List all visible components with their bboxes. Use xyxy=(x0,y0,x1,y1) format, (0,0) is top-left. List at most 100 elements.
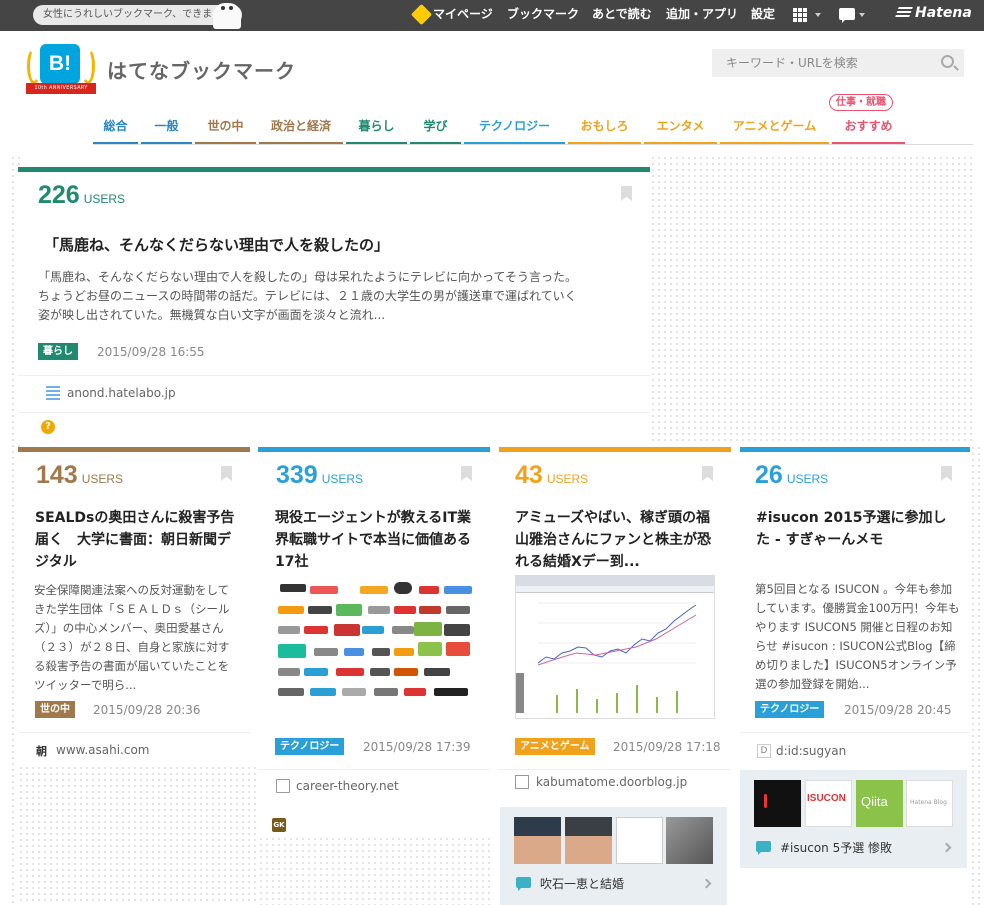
divider xyxy=(258,769,490,770)
anniversary-ribbon: 10th ANNIVERSARY xyxy=(26,83,96,94)
divider xyxy=(18,412,650,413)
tab-knowledge[interactable]: 学び xyxy=(410,112,461,145)
entry-thumbnail[interactable] xyxy=(515,575,715,719)
page-favicon-icon xyxy=(515,775,529,789)
entry-date: 2015/09/28 20:36 xyxy=(93,703,201,717)
tab-entertainment[interactable]: エンタメ xyxy=(644,112,717,145)
page-favicon-icon xyxy=(276,779,290,793)
related-thumbnail[interactable]: ISUCON xyxy=(805,780,852,827)
related-label[interactable]: 吹石一恵と結婚 xyxy=(540,875,624,892)
bookmark-count[interactable]: 143 USERS xyxy=(36,461,123,490)
tab-recommend[interactable]: おすすめ xyxy=(832,112,905,145)
entry-description: 安全保障関連法案への反対運動をしてきた学生団体「ＳＥＡＬＤｓ（シールズ）」の中心… xyxy=(34,583,230,692)
category-tag[interactable]: テクノロジー xyxy=(755,701,825,718)
entry-date: 2015/09/28 17:18 xyxy=(613,740,721,754)
promo-banner[interactable]: 女性にうれしいブックマーク、できました xyxy=(33,5,243,25)
site-favicon-icon xyxy=(46,386,60,400)
related-thumbnail[interactable]: Qiita xyxy=(856,780,903,827)
source-domain[interactable]: kabumatome.doorblog.jp xyxy=(536,775,687,789)
entry-title[interactable]: 現役エージェントが教えるIT業界転職サイトで本当に価値ある17社 xyxy=(275,507,480,573)
chevron-right-icon[interactable] xyxy=(941,842,952,853)
bookmark-add-icon[interactable] xyxy=(941,466,952,481)
site-favicon-icon: 朝 xyxy=(36,745,47,758)
source-domain[interactable]: anond.hatelabo.jp xyxy=(67,386,176,400)
entry-description: 第5回目となる ISUCON 。今年も参加しています。優勝賞金100万円！今年も… xyxy=(755,582,960,691)
entry-title[interactable]: アミューズやばい、稼ぎ頭の福山雅治さんにファンと株主が恐れる結婚Xデー到... xyxy=(515,507,720,573)
comment-icon xyxy=(756,841,771,855)
tab-general[interactable]: 一般 xyxy=(141,112,192,145)
stock-chart-image xyxy=(516,602,697,713)
related-thumbnail[interactable]: Hatena Blog xyxy=(906,780,953,827)
laurel-icon xyxy=(27,48,41,84)
nav-bookmark[interactable]: ブックマーク xyxy=(507,0,579,31)
tab-politics[interactable]: 政治と経済 xyxy=(259,112,343,145)
tab-anime-game[interactable]: アニメとゲーム xyxy=(720,112,829,145)
category-tag[interactable]: テクノロジー xyxy=(275,738,345,755)
services-grid-icon[interactable] xyxy=(793,8,807,22)
dotted-filler xyxy=(258,836,490,905)
tab-fun[interactable]: おもしろ xyxy=(568,112,641,145)
entry-title[interactable]: SEALDsの奥田さんに殺害予告届く 大学に書面：朝日新聞デジタル xyxy=(35,507,235,573)
nav-add-apps[interactable]: 追加・アプリ xyxy=(666,0,738,31)
laurel-icon xyxy=(81,48,95,84)
source-domain[interactable]: career-theory.net xyxy=(296,779,399,793)
entry-title[interactable]: #isucon 2015予選に参加した - すぎゃーんメモ xyxy=(756,507,956,551)
bookmark-count[interactable]: 26 USERS xyxy=(755,461,828,490)
search-icon[interactable] xyxy=(941,55,954,68)
recommend-badge: 仕事・就職 xyxy=(829,94,893,111)
site-favicon-icon: D xyxy=(757,744,771,758)
notification-icon[interactable] xyxy=(839,8,855,23)
source-domain[interactable]: www.asahi.com xyxy=(56,743,150,757)
tab-technology[interactable]: テクノロジー xyxy=(464,112,565,145)
related-thumbnail[interactable] xyxy=(754,780,801,827)
global-header: 女性にうれしいブックマーク、できました マイページ ブックマーク あとで読む 追… xyxy=(0,0,984,31)
related-panel: 吹石一恵と結婚 xyxy=(500,807,727,905)
category-tag[interactable]: アニメとゲーム xyxy=(515,738,595,755)
tab-society[interactable]: 世の中 xyxy=(195,112,256,145)
entry-date: 2015/09/28 17:39 xyxy=(363,740,471,754)
category-nav: 総合 一般 世の中 政治と経済 暮らし 学び テクノロジー おもしろ エンタメ … xyxy=(93,112,908,145)
bookmark-add-icon[interactable] xyxy=(461,466,472,481)
site-title[interactable]: はてなブックマーク xyxy=(107,55,296,84)
entry-title[interactable]: 「馬鹿ね、そんなくだらない理由で人を殺したの」 xyxy=(44,234,624,256)
mypage-icon xyxy=(410,3,433,26)
bookmark-count[interactable]: 43 USERS xyxy=(515,461,588,490)
nav-mypage[interactable]: マイページ xyxy=(433,0,493,31)
related-thumbnail[interactable] xyxy=(514,817,561,864)
bookmark-add-icon[interactable] xyxy=(221,466,232,481)
tab-life[interactable]: 暮らし xyxy=(346,112,407,145)
entry-thumbnail[interactable] xyxy=(274,576,474,716)
search-input[interactable] xyxy=(712,49,964,77)
bookmark-add-icon[interactable] xyxy=(621,186,632,201)
tab-general-all[interactable]: 総合 xyxy=(93,112,138,145)
divider xyxy=(740,732,970,733)
bookmark-count[interactable]: 339 USERS xyxy=(276,461,363,490)
category-tag[interactable]: 暮らし xyxy=(38,343,78,360)
related-thumbnail[interactable] xyxy=(666,817,713,864)
related-thumbnail[interactable] xyxy=(616,817,663,864)
entry-date: 2015/09/28 16:55 xyxy=(97,345,205,359)
category-tag[interactable]: 世の中 xyxy=(35,701,75,718)
bookmarker-avatar[interactable]: GK xyxy=(272,818,286,832)
comment-icon xyxy=(516,877,531,891)
help-icon[interactable]: ? xyxy=(41,420,55,434)
nav-settings[interactable]: 設定 xyxy=(751,0,775,31)
nav-divider xyxy=(93,144,973,145)
site-logo[interactable]: B! 10th ANNIVERSARY xyxy=(26,40,96,95)
bookmark-logo-icon: B! xyxy=(40,44,80,84)
entry-date: 2015/09/28 20:45 xyxy=(844,703,952,717)
divider xyxy=(18,375,650,376)
related-thumbnail[interactable] xyxy=(565,817,612,864)
bookmark-count[interactable]: 226 USERS xyxy=(38,181,125,210)
related-label[interactable]: #isucon 5予選 惨敗 xyxy=(780,839,892,856)
entry-description: 「馬鹿ね、そんなくだらない理由で人を殺したの」母は呆れたようにテレビに向かってそ… xyxy=(38,270,578,322)
entry-card: 26 USERS #isucon 2015予選に参加した - すぎゃーんメモ 第5… xyxy=(740,447,970,765)
hatena-logo[interactable]: Hatena xyxy=(895,5,972,21)
bookmark-add-icon[interactable] xyxy=(702,466,713,481)
ad-placeholder xyxy=(650,155,974,445)
divider xyxy=(18,732,250,733)
source-domain[interactable]: d:id:sugyan xyxy=(776,744,846,758)
dotted-gutter xyxy=(970,445,984,905)
chevron-right-icon[interactable] xyxy=(701,878,712,889)
nav-read-later[interactable]: あとで読む xyxy=(592,0,652,31)
